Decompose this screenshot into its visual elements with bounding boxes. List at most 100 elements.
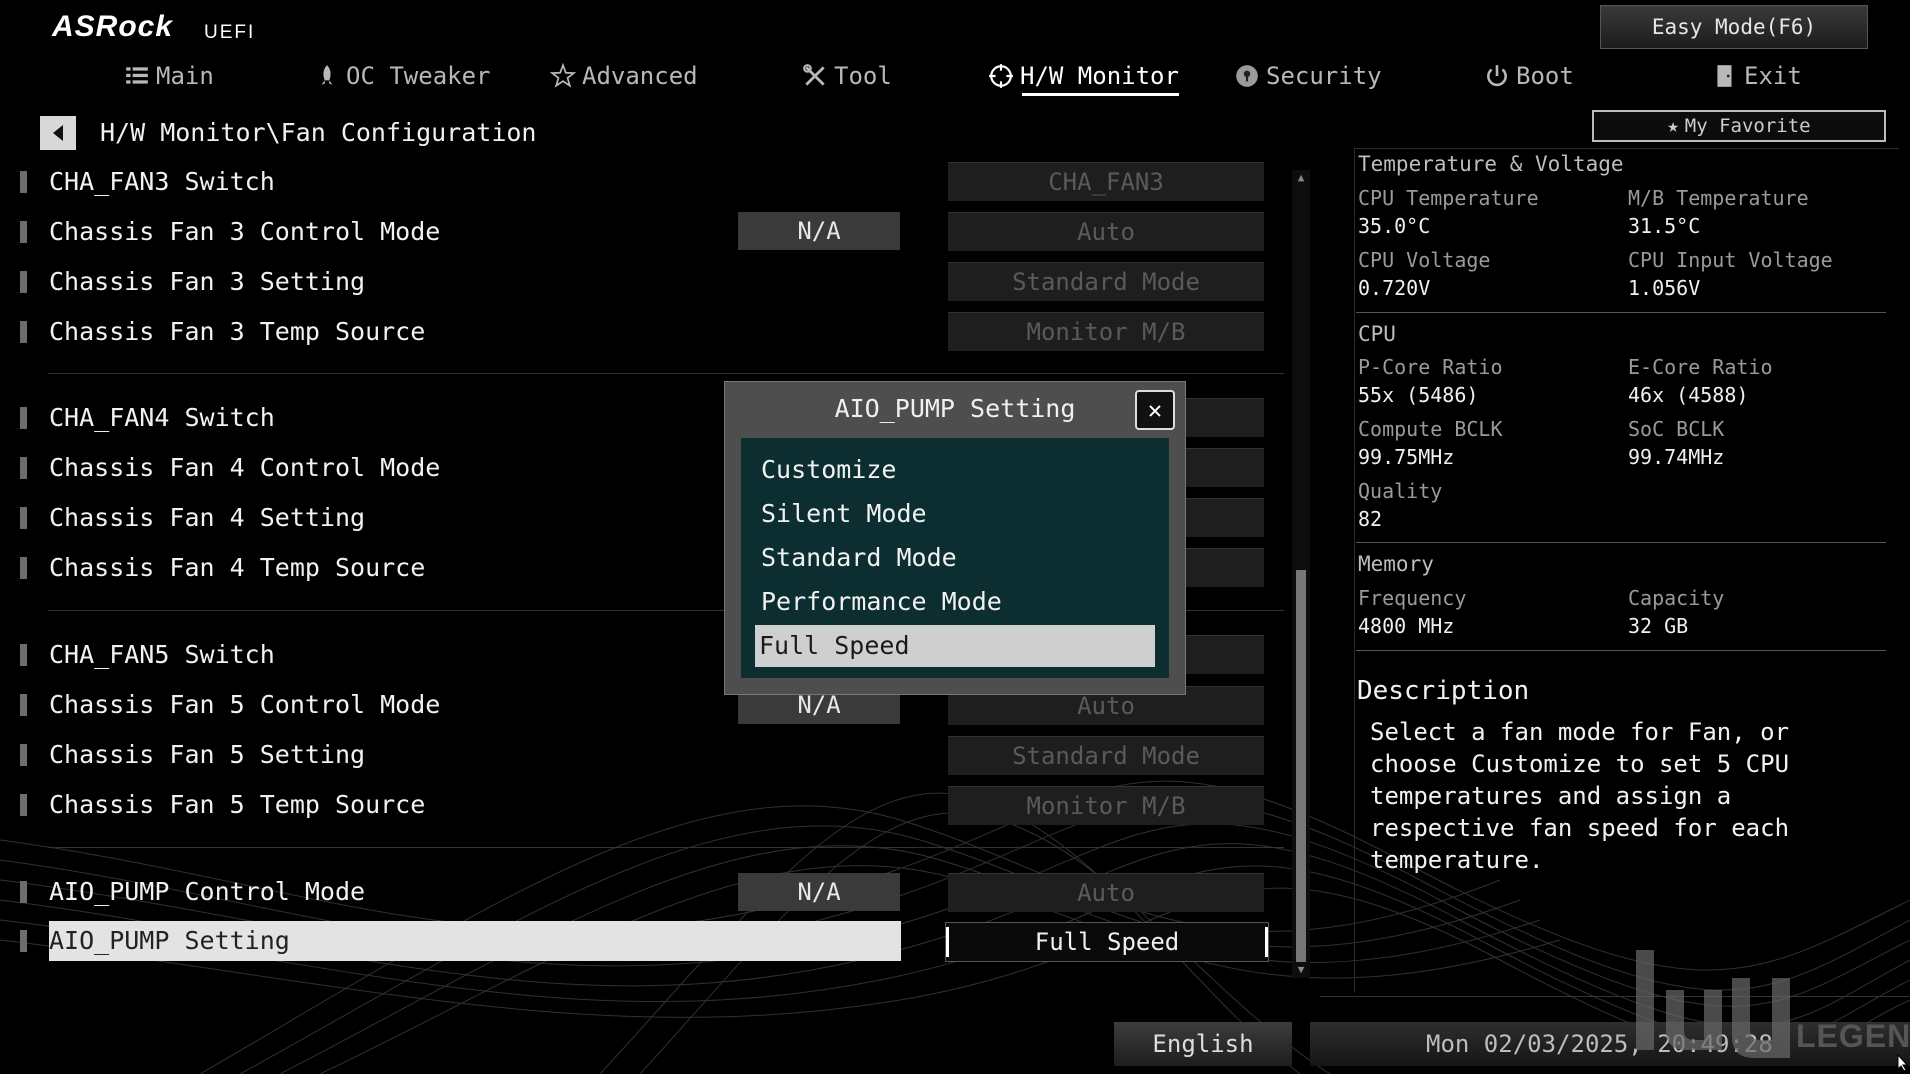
back-button[interactable] [40, 116, 76, 150]
value-chassis-fan3-temp-source[interactable]: Monitor M/B [948, 312, 1264, 351]
ecore-ratio-value: 46x (4588) [1628, 383, 1749, 407]
option-silent-mode[interactable]: Silent Mode [757, 494, 1155, 534]
value-chassis-fan5-setting[interactable]: Standard Mode [948, 736, 1264, 775]
setting-chassis-fan5-temp-source[interactable]: Chassis Fan 5 Temp Source [49, 785, 425, 825]
temp-voltage-heading: Temperature & Voltage [1358, 152, 1624, 176]
exit-door-icon [1717, 65, 1732, 87]
row-bullet [20, 457, 27, 479]
mem-capacity-value: 32 GB [1628, 614, 1689, 638]
tab-hw-monitor[interactable]: H/W Monitor [988, 56, 1179, 96]
option-performance-mode[interactable]: Performance Mode [757, 582, 1155, 622]
tab-tool-label: Tool [834, 62, 892, 90]
tab-oc-tweaker[interactable]: OC Tweaker [314, 56, 491, 96]
setting-chassis-fan4-control-mode[interactable]: Chassis Fan 4 Control Mode [49, 448, 440, 488]
value-aio-pump-control-mode[interactable]: Auto [948, 873, 1264, 912]
value-aio-pump-setting[interactable]: Full Speed [945, 922, 1269, 962]
cpu-input-voltage-label: CPU Input Voltage [1628, 248, 1833, 272]
mem-frequency-label: Frequency [1358, 586, 1467, 610]
row-bullet [20, 644, 27, 666]
row-bullet [20, 794, 27, 816]
tab-boot-label: Boot [1516, 62, 1574, 90]
soc-bclk-label: SoC BCLK [1628, 417, 1725, 441]
asrock-logo: ASRock [52, 10, 174, 43]
tab-exit-label: Exit [1744, 62, 1802, 90]
cpu-temp-label: CPU Temperature [1358, 186, 1539, 210]
language-button[interactable]: English [1114, 1022, 1292, 1066]
star-icon [550, 63, 576, 88]
quality-value: 82 [1358, 507, 1383, 531]
row-bullet [20, 221, 27, 243]
setting-cha-fan3-switch[interactable]: CHA_FAN3 Switch [49, 162, 275, 202]
panel-divider [1356, 312, 1886, 313]
list-icon [126, 67, 148, 84]
scroll-up-icon[interactable]: ▲ [1294, 170, 1308, 184]
tab-security[interactable]: Security [1234, 56, 1382, 96]
setting-chassis-fan3-setting[interactable]: Chassis Fan 3 Setting [49, 262, 365, 302]
option-customize[interactable]: Customize [757, 450, 1155, 490]
option-standard-mode[interactable]: Standard Mode [757, 538, 1155, 578]
tab-exit[interactable]: Exit [1712, 56, 1802, 96]
tab-main-label: Main [156, 62, 214, 90]
setting-aio-pump-setting[interactable]: AIO_PUMP Setting [49, 921, 901, 961]
tab-hw-monitor-label: H/W Monitor [1020, 62, 1179, 90]
row-bullet [20, 507, 27, 529]
row-bullet [20, 557, 27, 579]
my-favorite-button[interactable]: ★ My Favorite [1592, 110, 1886, 142]
description-text: Select a fan mode for Fan, or choose Cus… [1370, 718, 1790, 874]
group-separator [48, 847, 1284, 848]
scrollbar-thumb[interactable] [1296, 570, 1306, 962]
setting-cha-fan5-switch[interactable]: CHA_FAN5 Switch [49, 635, 275, 675]
quality-label: Quality [1358, 479, 1443, 503]
easy-mode-button[interactable]: Easy Mode(F6) [1600, 5, 1868, 49]
mb-temp-value: 31.5°C [1628, 214, 1701, 238]
status-chassis-fan3-control: N/A [738, 212, 900, 250]
cpu-voltage-value: 0.720V [1358, 276, 1431, 300]
uefi-label: UEFI [204, 22, 256, 43]
soc-bclk-value: 99.74MHz [1628, 445, 1725, 469]
tab-boot[interactable]: Boot [1484, 56, 1574, 96]
scroll-down-icon[interactable]: ▼ [1294, 962, 1308, 976]
compute-bclk-value: 99.75MHz [1358, 445, 1455, 469]
tab-main[interactable]: Main [124, 56, 214, 96]
mem-frequency-value: 4800 MHz [1358, 614, 1455, 638]
status-aio-pump-control: N/A [738, 873, 900, 911]
row-bullet [20, 744, 27, 766]
option-full-speed[interactable]: Full Speed [755, 625, 1155, 667]
aio-pump-setting-dialog: AIO_PUMP Setting ✕ Customize Silent Mode… [724, 381, 1186, 695]
tab-security-label: Security [1266, 62, 1382, 90]
back-arrow-icon [53, 125, 63, 141]
value-cha-fan3-switch[interactable]: CHA_FAN3 [948, 162, 1264, 201]
tools-icon [803, 64, 825, 86]
tab-advanced-label: Advanced [582, 62, 698, 90]
row-bullet [20, 171, 27, 193]
setting-chassis-fan4-temp-source[interactable]: Chassis Fan 4 Temp Source [49, 548, 425, 588]
row-bullet [20, 881, 27, 903]
cpu-temp-value: 35.0°C [1358, 214, 1431, 238]
value-chassis-fan3-setting[interactable]: Standard Mode [948, 262, 1264, 301]
value-chassis-fan5-temp-source[interactable]: Monitor M/B [948, 786, 1264, 825]
cpu-heading: CPU [1358, 322, 1396, 346]
row-bullet [20, 321, 27, 343]
setting-chassis-fan4-setting[interactable]: Chassis Fan 4 Setting [49, 498, 365, 538]
setting-chassis-fan3-control-mode[interactable]: Chassis Fan 3 Control Mode [49, 212, 440, 252]
setting-cha-fan4-switch[interactable]: CHA_FAN4 Switch [49, 398, 275, 438]
dialog-title: AIO_PUMP Setting [834, 393, 1076, 423]
close-icon[interactable]: ✕ [1135, 390, 1175, 430]
description-heading: Description [1357, 676, 1530, 706]
setting-chassis-fan3-temp-source[interactable]: Chassis Fan 3 Temp Source [49, 312, 425, 352]
pcore-ratio-value: 55x (5486) [1358, 383, 1479, 407]
monitor-target-icon [989, 64, 1013, 88]
dialog-option-list: Customize Silent Mode Standard Mode Perf… [741, 438, 1169, 678]
mouse-cursor-icon [1897, 1054, 1909, 1072]
shield-icon [1236, 65, 1258, 87]
tab-advanced[interactable]: Advanced [550, 56, 698, 96]
setting-aio-pump-control-mode[interactable]: AIO_PUMP Control Mode [49, 872, 365, 912]
compute-bclk-label: Compute BCLK [1358, 417, 1503, 441]
mb-temp-label: M/B Temperature [1628, 186, 1809, 210]
setting-chassis-fan5-setting[interactable]: Chassis Fan 5 Setting [49, 735, 365, 775]
pcore-ratio-label: P-Core Ratio [1358, 355, 1503, 379]
tab-tool[interactable]: Tool [802, 56, 892, 96]
value-chassis-fan3-control-mode[interactable]: Auto [948, 212, 1264, 251]
setting-chassis-fan5-control-mode[interactable]: Chassis Fan 5 Control Mode [49, 685, 440, 725]
rocket-icon [321, 65, 333, 85]
